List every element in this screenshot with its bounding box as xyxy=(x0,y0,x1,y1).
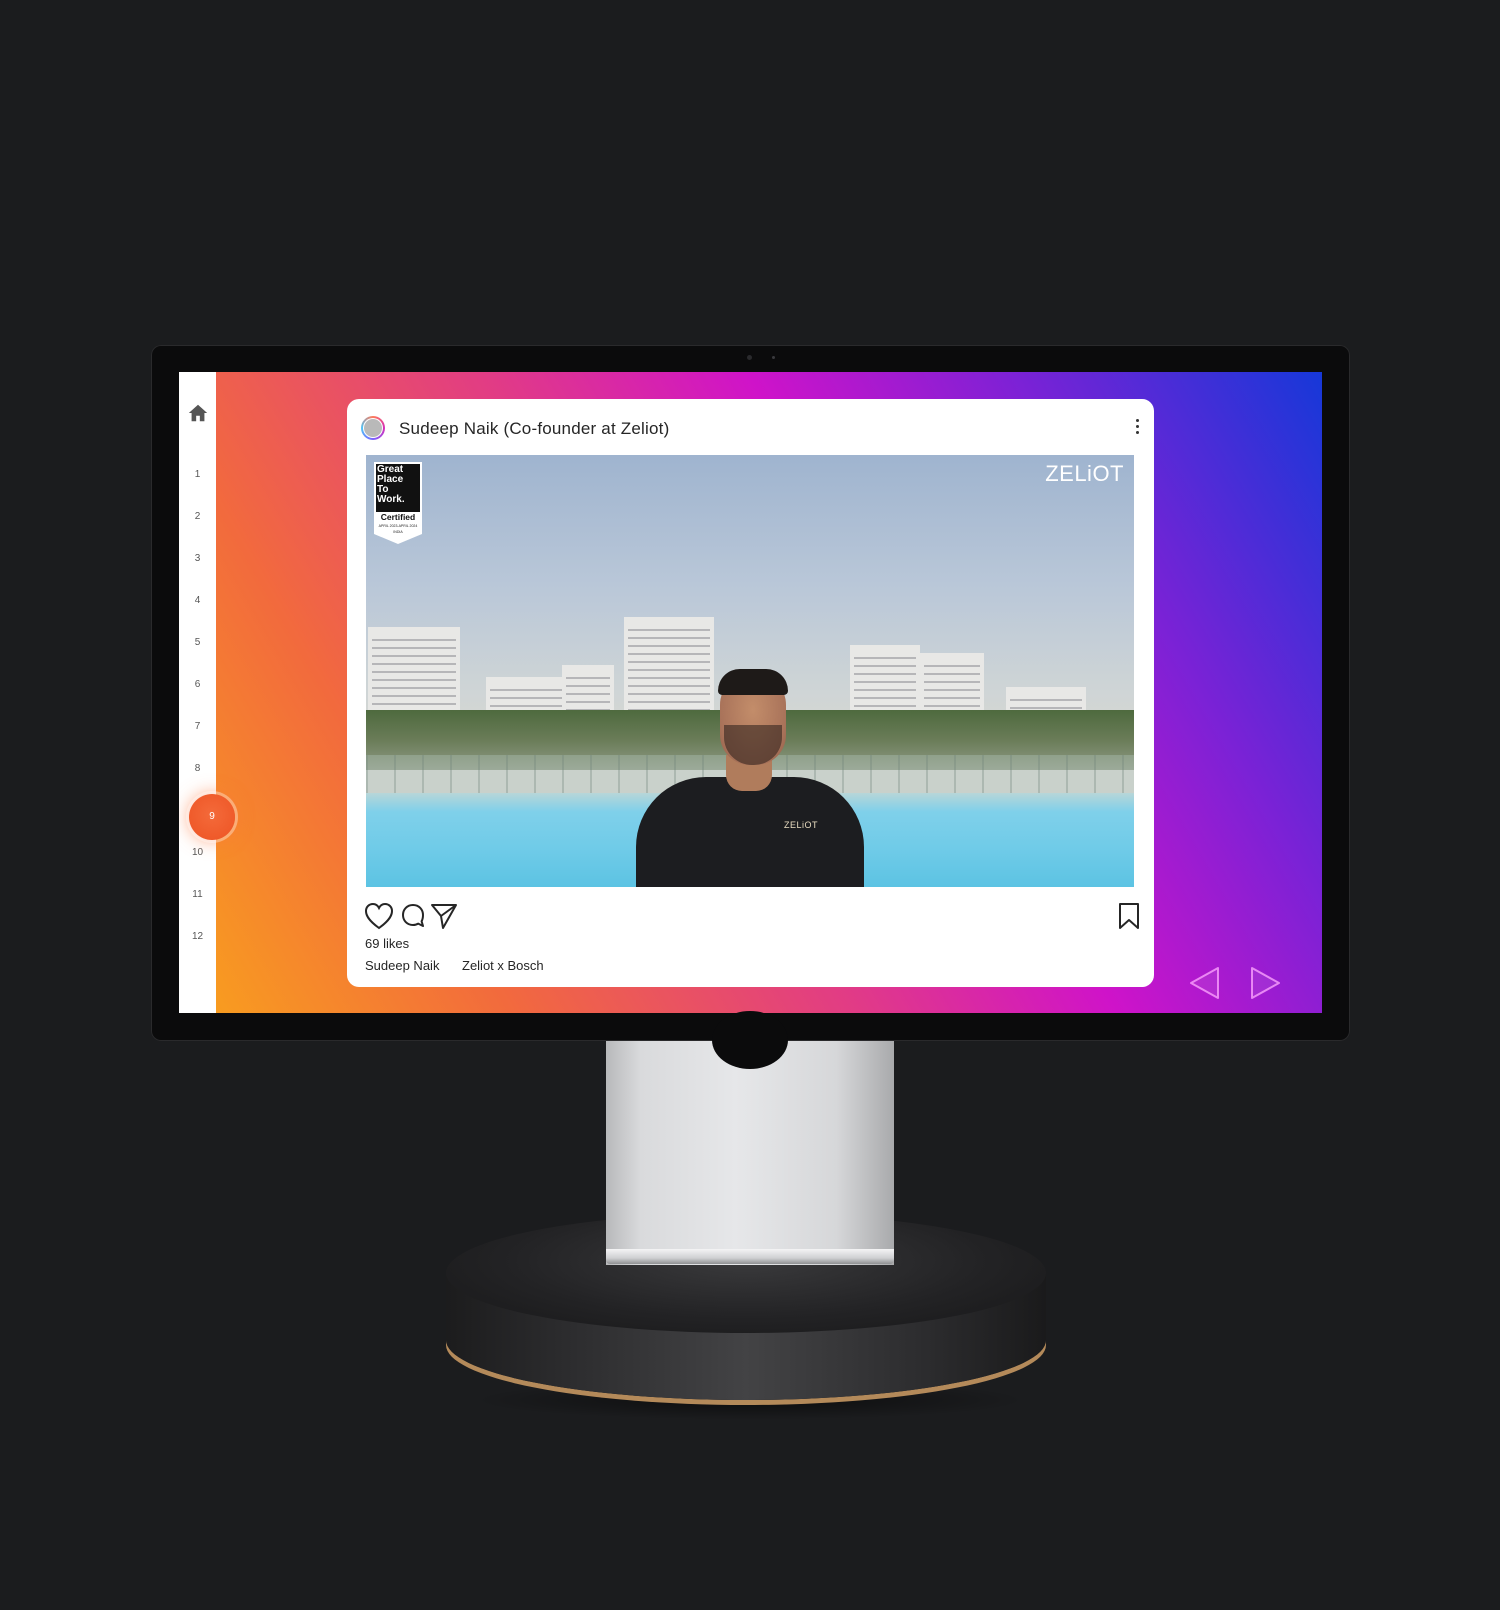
home-icon[interactable] xyxy=(187,402,209,424)
bookmark-icon[interactable] xyxy=(1117,902,1141,930)
triangle-left-icon[interactable] xyxy=(1187,964,1221,1002)
gptw-dates: APRIL 2023-APRIL 2024 xyxy=(378,524,418,528)
nav-item-3[interactable]: 3 xyxy=(179,553,216,564)
avatar[interactable] xyxy=(361,416,385,440)
post-video[interactable]: ZELiOT Great Place To Work. Certified AP… xyxy=(366,455,1134,887)
nav-item-2[interactable]: 2 xyxy=(179,511,216,522)
sidebar: 1 2 3 4 5 6 7 8 10 11 12 xyxy=(179,372,216,1013)
nav-item-11[interactable]: 11 xyxy=(179,889,216,900)
brand-watermark: ZELiOT xyxy=(1045,461,1124,486)
triangle-right-icon[interactable] xyxy=(1249,964,1283,1002)
post-card: Sudeep Naik (Co-founder at Zeliot) ZELiO… xyxy=(347,399,1154,987)
nav-item-6[interactable]: 6 xyxy=(179,679,216,690)
comment-icon[interactable] xyxy=(400,902,426,930)
nav-item-5[interactable]: 5 xyxy=(179,637,216,648)
caption-text: Zeliot x Bosch xyxy=(462,958,544,973)
person-shirt xyxy=(636,777,864,887)
stand-neck-foot xyxy=(606,1249,894,1264)
stand-neck xyxy=(606,1011,894,1265)
caption-username[interactable]: Sudeep Naik xyxy=(365,958,439,973)
post-author[interactable]: Sudeep Naik (Co-founder at Zeliot) xyxy=(399,419,669,439)
likes-count[interactable]: 69 likes xyxy=(365,936,409,951)
nav-item-active[interactable]: 9 xyxy=(189,794,235,840)
nav-item-10[interactable]: 10 xyxy=(179,847,216,858)
building xyxy=(368,627,460,717)
nav-item-12[interactable]: 12 xyxy=(179,931,216,942)
share-icon[interactable] xyxy=(430,902,458,930)
screen: 1 2 3 4 5 6 7 8 10 11 12 9 Sudeep Naik (… xyxy=(179,372,1322,1013)
heart-icon[interactable] xyxy=(364,902,394,930)
camera-dot xyxy=(747,355,752,360)
shirt-logo: ZELiOT xyxy=(784,820,819,830)
gptw-certified: Certified xyxy=(380,512,416,522)
nav-item-7[interactable]: 7 xyxy=(179,721,216,732)
monitor-bezel: 1 2 3 4 5 6 7 8 10 11 12 9 Sudeep Naik (… xyxy=(151,345,1350,1041)
more-options-icon[interactable] xyxy=(1134,419,1140,439)
nav-item-1[interactable]: 1 xyxy=(179,469,216,480)
sensor-dot xyxy=(772,356,775,359)
nav-item-4[interactable]: 4 xyxy=(179,595,216,606)
gptw-badge-title: Great Place To Work. xyxy=(377,464,405,505)
gptw-country: INDIA xyxy=(393,530,403,534)
person-hair xyxy=(718,669,788,695)
nav-item-8[interactable]: 8 xyxy=(179,763,216,774)
